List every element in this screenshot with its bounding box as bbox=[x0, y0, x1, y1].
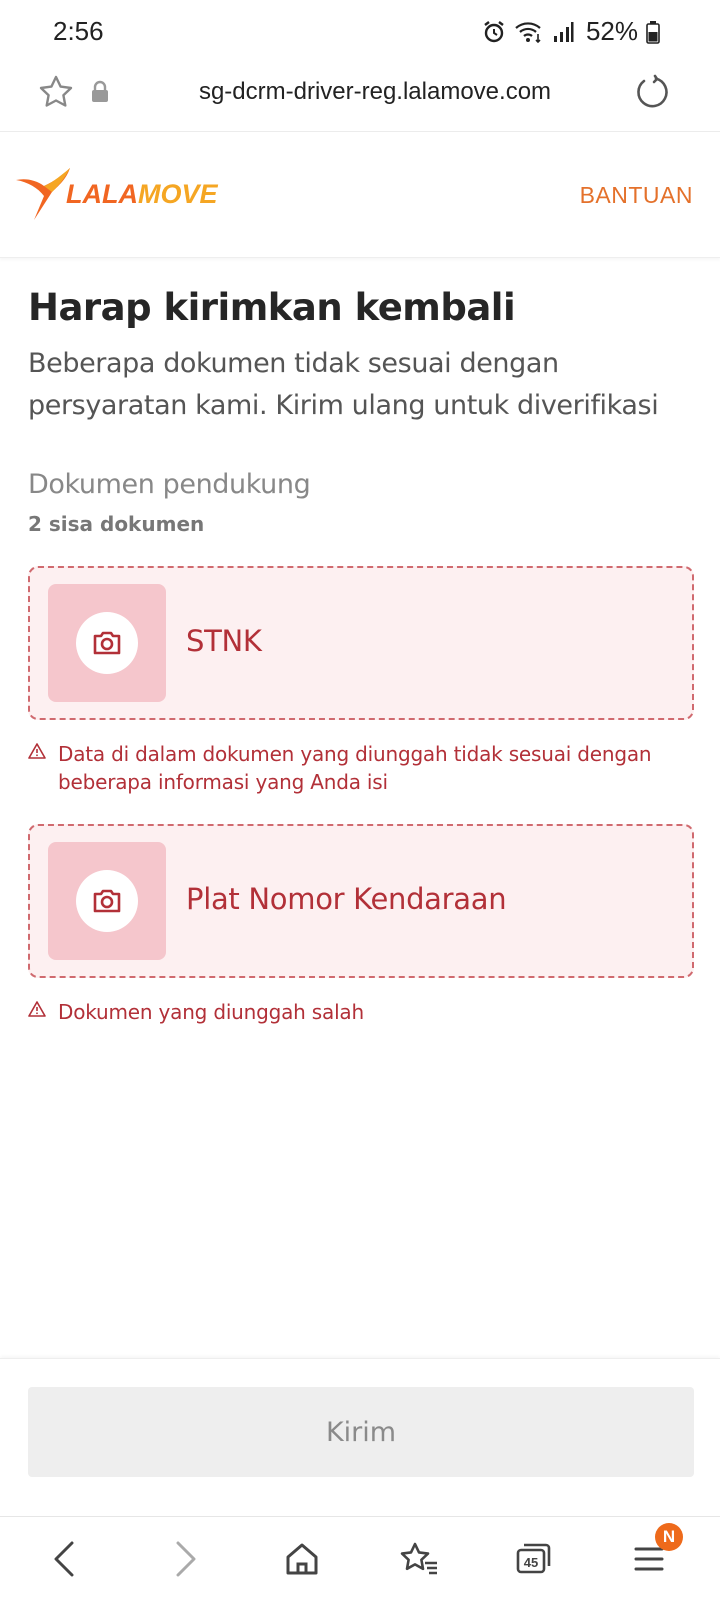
reload-icon[interactable] bbox=[634, 74, 670, 115]
back-icon[interactable] bbox=[42, 1535, 90, 1583]
document-error: Dokumen yang diunggah salah bbox=[28, 998, 694, 1026]
action-bar: Kirim bbox=[0, 1358, 720, 1516]
battery-percent: 52% bbox=[585, 16, 638, 46]
section-title: Dokumen pendukung bbox=[28, 469, 311, 500]
browser-url-bar: sg-dcrm-driver-reg.lalamove.com bbox=[0, 62, 720, 132]
upload-thumbnail[interactable] bbox=[48, 842, 166, 960]
warning-icon bbox=[28, 740, 58, 796]
signal-icon bbox=[552, 21, 574, 43]
camera-icon bbox=[93, 889, 121, 913]
document-upload-plate[interactable]: Plat Nomor Kendaraan bbox=[28, 824, 694, 978]
upload-thumbnail[interactable] bbox=[48, 584, 166, 702]
document-upload-stnk[interactable]: STNK bbox=[28, 566, 694, 720]
page-title: Harap kirimkan kembali bbox=[28, 286, 516, 329]
browser-nav-bar: 45 N bbox=[0, 1516, 720, 1600]
bookmarks-icon[interactable] bbox=[395, 1535, 443, 1583]
tabs-count: 45 bbox=[524, 1555, 538, 1570]
battery-icon bbox=[646, 20, 660, 44]
help-link[interactable]: BANTUAN bbox=[580, 182, 693, 209]
lalamove-logo[interactable]: LALAMOVE bbox=[14, 166, 218, 222]
hummingbird-icon bbox=[16, 168, 70, 220]
status-bar: 2:56 52% bbox=[0, 0, 720, 62]
menu-badge: N bbox=[655, 1523, 683, 1551]
camera-icon bbox=[93, 631, 121, 655]
page-subtitle: Beberapa dokumen tidak sesuai dengan per… bbox=[28, 348, 659, 421]
wifi-icon bbox=[514, 20, 544, 44]
remaining-count: 2 sisa dokumen bbox=[28, 512, 205, 536]
forward-icon[interactable] bbox=[160, 1535, 208, 1583]
error-text: Dokumen yang diunggah salah bbox=[58, 1000, 364, 1024]
camera-button[interactable] bbox=[76, 612, 138, 674]
warning-icon bbox=[28, 998, 58, 1026]
error-text: Data di dalam dokumen yang diunggah tida… bbox=[58, 742, 652, 794]
status-time: 2:56 bbox=[53, 16, 104, 46]
url-text[interactable]: sg-dcrm-driver-reg.lalamove.com bbox=[0, 78, 720, 106]
logo-text-lala: LALA bbox=[66, 178, 138, 209]
logo-text-move: MOVE bbox=[137, 178, 218, 209]
status-icons: 52% bbox=[482, 16, 660, 47]
menu-icon[interactable]: N bbox=[625, 1523, 683, 1583]
app-header: LALAMOVE BANTUAN bbox=[0, 132, 720, 258]
document-label: STNK bbox=[186, 624, 262, 658]
home-icon[interactable] bbox=[278, 1535, 326, 1583]
alarm-icon bbox=[482, 20, 506, 44]
main-content: Harap kirimkan kembali Beberapa dokumen … bbox=[28, 258, 694, 1054]
document-label: Plat Nomor Kendaraan bbox=[186, 882, 507, 916]
tabs-icon[interactable]: 45 bbox=[510, 1535, 558, 1583]
camera-button[interactable] bbox=[76, 870, 138, 932]
document-error: Data di dalam dokumen yang diunggah tida… bbox=[28, 740, 694, 796]
logo-text: LALAMOVE bbox=[66, 179, 218, 210]
submit-button[interactable]: Kirim bbox=[28, 1387, 694, 1477]
